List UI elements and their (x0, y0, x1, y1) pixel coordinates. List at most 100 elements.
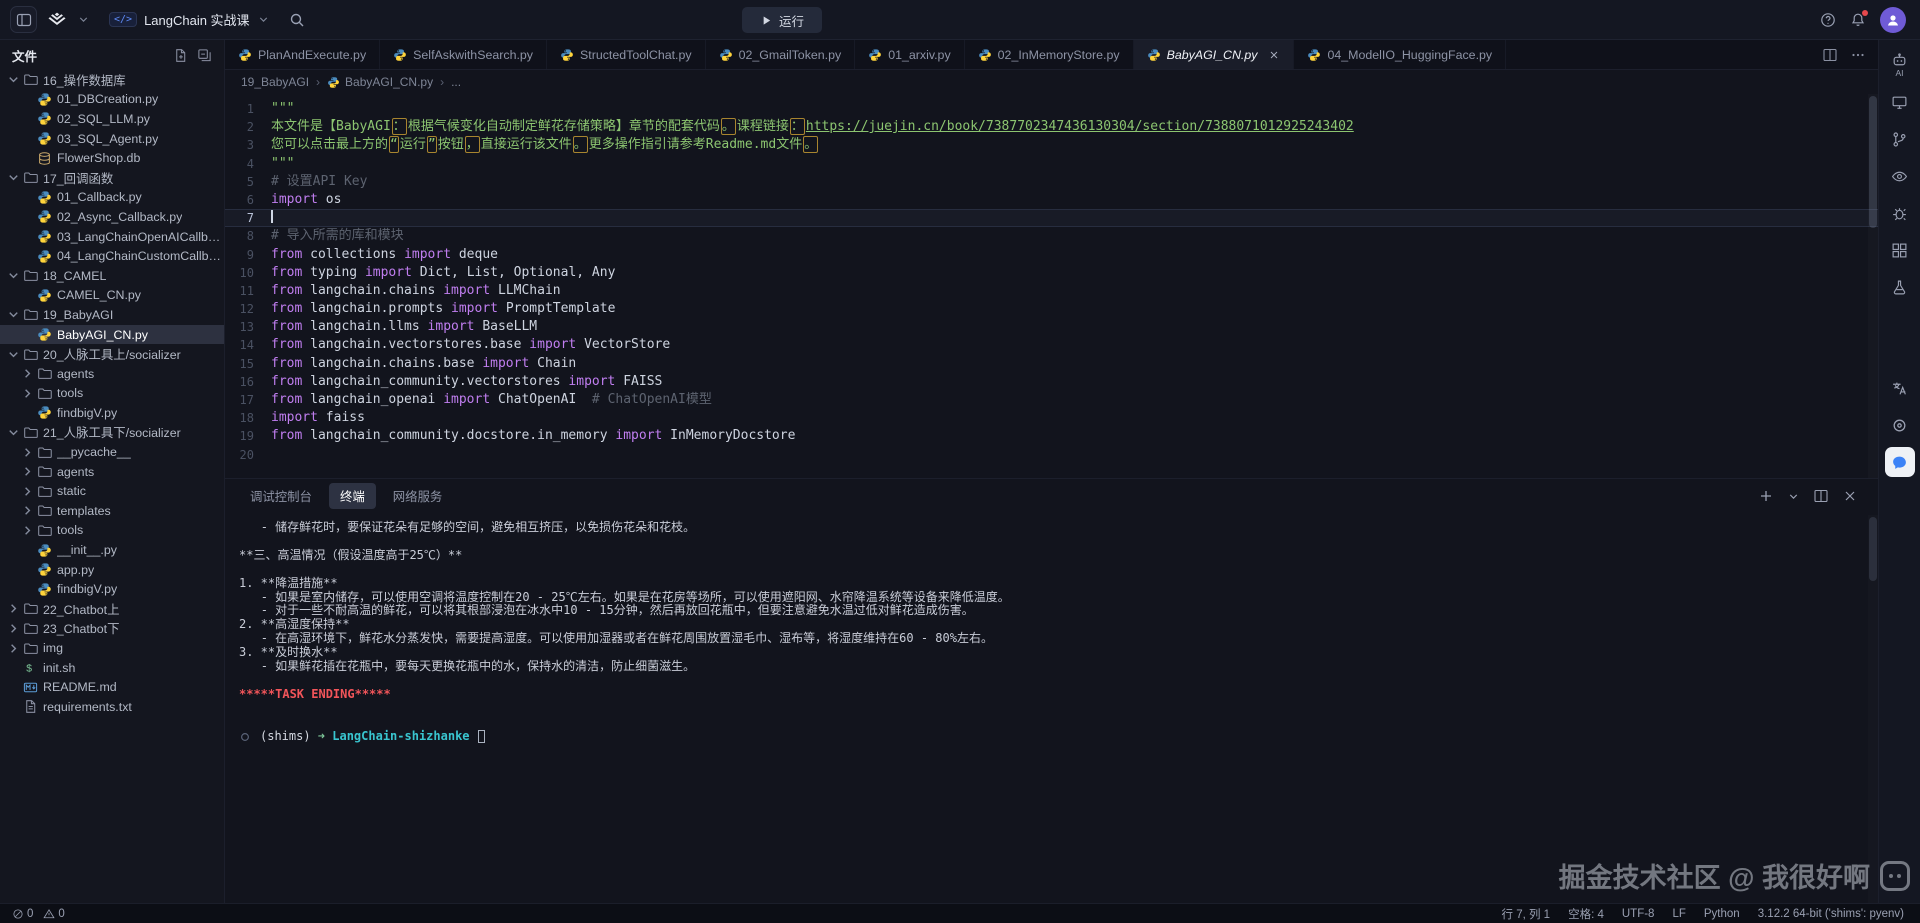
editor-tab[interactable]: 02_InMemoryStore.py (965, 40, 1134, 69)
code-link[interactable]: https://juejin.cn/book/73877023474361303… (806, 119, 1354, 134)
tree-item[interactable]: 18_CAMEL (0, 266, 224, 286)
code-line[interactable]: 18import faiss (225, 409, 1878, 427)
tree-item[interactable]: requirements.txt (0, 697, 224, 717)
tree-item[interactable]: 02_Async_Callback.py (0, 207, 224, 227)
editor-scrollbar[interactable] (1868, 94, 1878, 478)
statusbar-problems[interactable]: 00 (12, 908, 65, 920)
code-line[interactable]: 9from collections import deque (225, 246, 1878, 264)
editor-tab[interactable]: 01_arxiv.py (855, 40, 964, 69)
tree-item[interactable]: __init__.py (0, 540, 224, 560)
rail-item-ai-assistant[interactable]: AI (1885, 50, 1915, 80)
collapse-explorer-icon[interactable] (197, 48, 212, 63)
code-line[interactable]: 17from langchain_openai import ChatOpenA… (225, 391, 1878, 409)
close-panel-icon[interactable] (1842, 488, 1858, 504)
code-line[interactable]: 1""" (225, 100, 1878, 118)
editor-tab[interactable]: PlanAndExecute.py (225, 40, 380, 69)
code-line[interactable]: 12from langchain.prompts import PromptTe… (225, 300, 1878, 318)
tree-item[interactable]: agents (0, 364, 224, 384)
panel-scrollbar[interactable] (1868, 515, 1878, 903)
new-file-icon[interactable] (173, 48, 188, 63)
panel-tab[interactable]: 调试控制台 (239, 483, 323, 509)
rail-item-experiments[interactable] (1885, 272, 1915, 302)
tree-item[interactable]: img (0, 638, 224, 658)
statusbar-item[interactable]: 行 7, 列 1 (1502, 906, 1551, 922)
error-count[interactable]: 0 (12, 908, 33, 920)
tree-item[interactable]: README.md (0, 677, 224, 697)
terminal-dropdown-icon[interactable] (1787, 490, 1800, 503)
code-line[interactable]: 5# 设置API Key (225, 173, 1878, 191)
layout-toggle-button[interactable] (10, 6, 37, 33)
tree-item[interactable]: 20_人脉工具上/socializer (0, 344, 224, 364)
code-line[interactable]: 19from langchain_community.docstore.in_m… (225, 427, 1878, 445)
tree-item[interactable]: 19_BabyAGI (0, 305, 224, 325)
editor-tab[interactable]: BabyAGI_CN.py (1134, 40, 1295, 69)
run-button[interactable]: 运行 (742, 7, 822, 33)
code-line[interactable]: 20 (225, 446, 1878, 464)
tree-item[interactable]: tools (0, 384, 224, 404)
breadcrumb-segment[interactable]: BabyAGI_CN.py (327, 75, 433, 89)
editor-tab[interactable]: 02_GmailToken.py (706, 40, 856, 69)
new-terminal-icon[interactable] (1758, 488, 1774, 504)
code-line[interactable]: 4""" (225, 155, 1878, 173)
tree-item[interactable]: 21_人脉工具下/socializer (0, 423, 224, 443)
tree-item[interactable]: 03_SQL_Agent.py (0, 129, 224, 149)
code-line[interactable]: 10from typing import Dict, List, Optiona… (225, 264, 1878, 282)
code-line[interactable]: 15from langchain.chains.base import Chai… (225, 355, 1878, 373)
breadcrumb-segment[interactable]: 19_BabyAGI (241, 75, 309, 89)
tree-item[interactable]: findbigV.py (0, 403, 224, 423)
terminal[interactable]: - 储存鲜花时，要保证花朵有足够的空间，避免相互挤压，以免损伤花朵和花枝。 **… (225, 513, 1878, 903)
statusbar-item[interactable]: Python (1704, 908, 1740, 920)
tree-item[interactable]: CAMEL_CN.py (0, 286, 224, 306)
tree-item[interactable]: __pycache__ (0, 442, 224, 462)
statusbar-item[interactable]: 空格: 4 (1568, 906, 1604, 922)
panel-scrollbar-thumb[interactable] (1869, 517, 1877, 581)
rail-item-community[interactable] (1885, 410, 1915, 440)
workspace-switcher[interactable]: </> LangChain 实战课 (99, 6, 280, 33)
code-line[interactable]: 6import os (225, 191, 1878, 209)
search-button[interactable] (289, 12, 305, 28)
juejin-logo-icon[interactable] (46, 9, 68, 31)
rail-item-remote-monitor[interactable] (1885, 87, 1915, 117)
code-line[interactable]: 13from langchain.llms import BaseLLM (225, 318, 1878, 336)
tree-item[interactable]: agents (0, 462, 224, 482)
tree-item[interactable]: templates (0, 501, 224, 521)
tree-item[interactable]: app.py (0, 560, 224, 580)
rail-item-preview[interactable] (1885, 161, 1915, 191)
tree-item[interactable]: $init.sh (0, 658, 224, 678)
editor-tab[interactable]: SelfAskwithSearch.py (380, 40, 547, 69)
tree-item[interactable]: 01_Callback.py (0, 188, 224, 208)
statusbar-item[interactable]: UTF-8 (1622, 908, 1655, 920)
code-line[interactable]: 8# 导入所需的库和模块 (225, 227, 1878, 245)
code-line[interactable]: 7 (225, 209, 1878, 227)
tree-item[interactable]: static (0, 481, 224, 501)
rail-item-assistant-chat[interactable] (1885, 447, 1915, 477)
statusbar-item[interactable]: LF (1672, 908, 1685, 920)
code-line[interactable]: 14from langchain.vectorstores.base impor… (225, 336, 1878, 354)
rail-item-translate[interactable] (1885, 373, 1915, 403)
panel-tab[interactable]: 网络服务 (382, 483, 454, 509)
editor-scrollbar-thumb[interactable] (1869, 96, 1877, 228)
logo-chevron-icon[interactable] (77, 13, 90, 26)
tree-item[interactable]: tools (0, 521, 224, 541)
tree-item[interactable]: BabyAGI_CN.py (0, 325, 224, 345)
panel-tab[interactable]: 终端 (329, 483, 376, 509)
close-icon[interactable] (1268, 49, 1280, 61)
rail-item-debug[interactable] (1885, 198, 1915, 228)
breadcrumb-segment[interactable]: ... (451, 75, 461, 89)
code-line[interactable]: 2本文件是【BabyAGI：根据气候变化自动制定鲜花存储策略】章节的配套代码。课… (225, 118, 1878, 136)
code-line[interactable]: 11from langchain.chains import LLMChain (225, 282, 1878, 300)
tree-item[interactable]: 16_操作数据库 (0, 70, 224, 90)
rail-item-extensions[interactable] (1885, 235, 1915, 265)
code-line[interactable]: 3您可以点击最上方的“运行”按钮，直接运行该文件。更多操作指引请参考Readme… (225, 136, 1878, 154)
statusbar-item[interactable]: 3.12.2 64-bit ('shims': pyenv) (1758, 908, 1904, 920)
code-editor[interactable]: 1"""2本文件是【BabyAGI：根据气候变化自动制定鲜花存储策略】章节的配套… (225, 94, 1878, 478)
notifications-button[interactable] (1850, 12, 1866, 28)
rail-item-source-control[interactable] (1885, 124, 1915, 154)
tree-item[interactable]: 03_LangChainOpenAICallback.... (0, 227, 224, 247)
editor-tab[interactable]: StructedToolChat.py (547, 40, 706, 69)
split-terminal-icon[interactable] (1813, 488, 1829, 504)
tree-item[interactable]: 17_回调函数 (0, 168, 224, 188)
tree-item[interactable]: FlowerShop.db (0, 148, 224, 168)
editor-tab[interactable]: 04_ModelIO_HuggingFace.py (1294, 40, 1506, 69)
tree-item[interactable]: 23_Chatbot下 (0, 619, 224, 639)
